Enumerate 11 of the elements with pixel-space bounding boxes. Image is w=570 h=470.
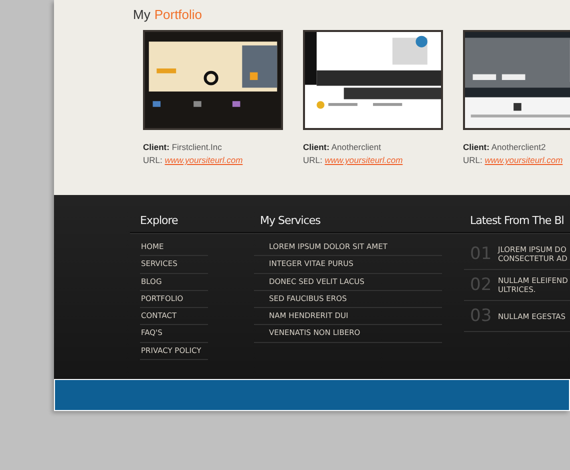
column-heading: Latest From The Bl xyxy=(470,214,565,229)
column-heading: My Services xyxy=(260,214,322,229)
client-line: Client: Firstclient.Inc xyxy=(143,141,223,154)
client-line: Client: Anotherclient xyxy=(303,141,382,154)
heading-text: My xyxy=(133,7,150,22)
heading-accent: Portfolio xyxy=(154,7,202,22)
url-label: URL: xyxy=(463,155,482,165)
column-heading: Explore xyxy=(140,214,179,229)
url-label: URL: xyxy=(303,155,322,165)
client-line: Client: Anotherclient2 xyxy=(463,141,547,154)
url-label: URL: xyxy=(143,155,162,165)
